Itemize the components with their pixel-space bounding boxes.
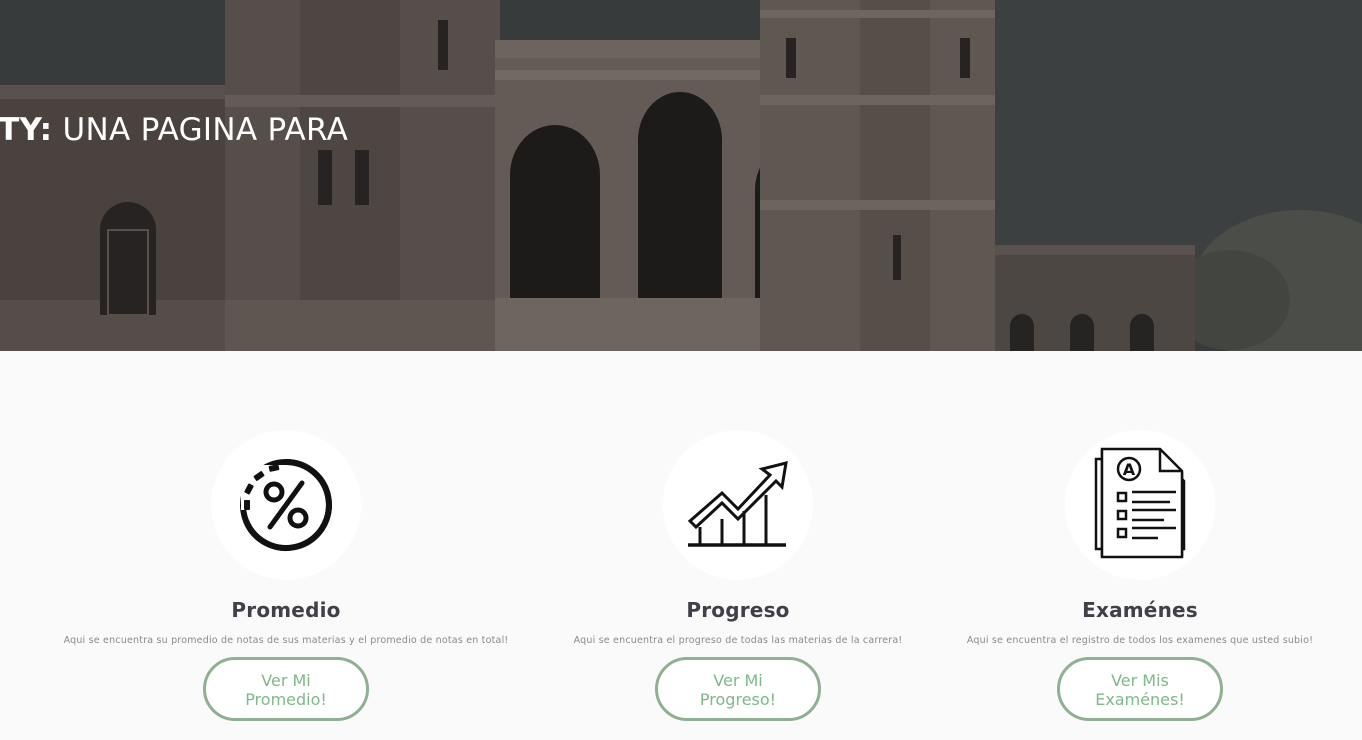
- exam-document-icon: A: [1094, 447, 1186, 559]
- hero-title-rest: UNA PAGINA PARA: [52, 112, 349, 148]
- feature-title: Promedio: [231, 598, 341, 622]
- ver-mis-examenes-button[interactable]: Ver Mis Examénes!: [1057, 657, 1223, 721]
- feature-progreso: Progreso Aqui se encuentra el progreso d…: [508, 430, 968, 721]
- button-label-line2: Progreso!: [699, 690, 777, 709]
- growth-chart-icon: [687, 460, 788, 547]
- ver-mi-promedio-button[interactable]: Ver Mi Promedio!: [203, 657, 369, 721]
- feature-icon-circle: [663, 430, 813, 580]
- feature-description: Aqui se encuentra el registro de todos l…: [966, 635, 1314, 646]
- feature-examenes: A Examénes Aqui se encuentra el registro…: [910, 430, 1362, 721]
- feature-description: Aqui se encuentra su promedio de notas d…: [63, 635, 509, 646]
- button-label-line1: Ver Mis: [1111, 671, 1169, 690]
- percent-icon: [240, 459, 332, 551]
- button-label-line1: Ver Mi: [261, 671, 311, 690]
- svg-text:A: A: [1123, 460, 1136, 479]
- feature-description: Aqui se encuentra el progreso de todas l…: [573, 635, 903, 646]
- button-label-line2: Examénes!: [1095, 690, 1185, 709]
- button-label-line2: Promedio!: [245, 690, 327, 709]
- hero-title: ERSITY: UNA PAGINA PARA ES: [0, 112, 478, 186]
- feature-title: Progreso: [686, 598, 790, 622]
- hero-banner: ERSITY: UNA PAGINA PARA ES: [0, 0, 1362, 351]
- button-label-line1: Ver Mi: [713, 671, 763, 690]
- feature-promedio: Promedio Aqui se encuentra su promedio d…: [56, 430, 516, 721]
- ver-mi-progreso-button[interactable]: Ver Mi Progreso!: [655, 657, 821, 721]
- feature-title: Examénes: [1082, 598, 1198, 622]
- hero-title-bold: ERSITY:: [0, 112, 53, 148]
- feature-icon-circle: A: [1065, 430, 1215, 580]
- feature-icon-circle: [211, 430, 361, 580]
